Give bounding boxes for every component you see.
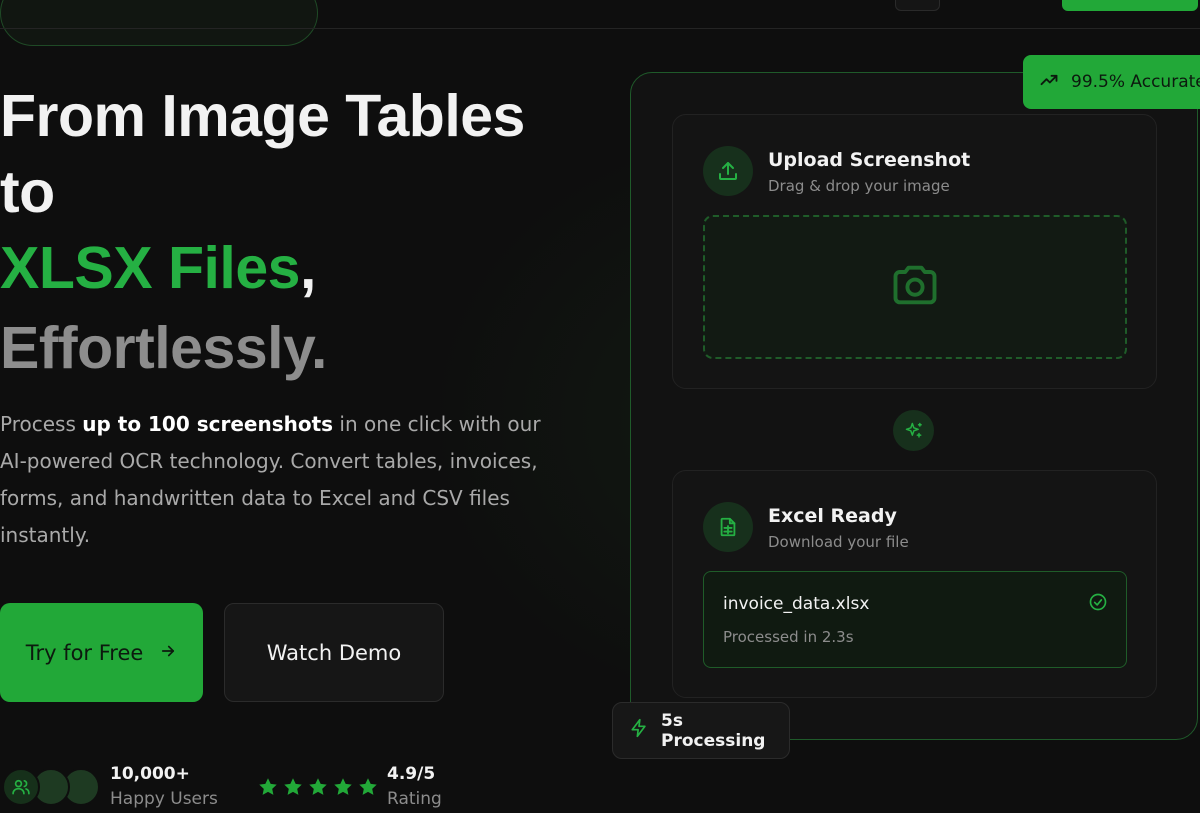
try-for-free-button[interactable]: Try for Free xyxy=(0,603,203,702)
rating-stars xyxy=(257,776,379,798)
users-label: Happy Users xyxy=(110,789,218,809)
sparkles-icon xyxy=(893,410,934,451)
arrow-right-icon xyxy=(159,641,177,665)
image-dropzone[interactable] xyxy=(703,215,1127,359)
hero-desc-highlight: up to 100 screenshots xyxy=(82,412,334,436)
star-icon xyxy=(284,778,302,795)
file-processed-time: Processed in 2.3s xyxy=(723,628,854,646)
watch-demo-button[interactable]: Watch Demo xyxy=(224,603,444,702)
excel-ready-panel: Excel Ready Download your file invoice_d… xyxy=(672,470,1157,698)
star-icon xyxy=(309,778,327,795)
try-for-free-label: Try for Free xyxy=(25,640,144,665)
hero-desc-pre: Process xyxy=(0,412,83,436)
excel-ready-title: Excel Ready xyxy=(768,505,897,527)
trending-up-icon xyxy=(1039,70,1059,95)
processing-time-label: 5s Processing xyxy=(661,710,766,751)
navbar-cta-button[interactable] xyxy=(1062,0,1198,11)
rating-value: 4.9/5 xyxy=(387,764,436,784)
hero-title: From Image Tables to XLSX Files, Effortl… xyxy=(0,78,600,386)
accuracy-badge-label: 99.5% Accurate xyxy=(1071,72,1200,92)
file-name: invoice_data.xlsx xyxy=(723,594,870,614)
file-spreadsheet-icon xyxy=(703,502,753,552)
output-file-item[interactable]: invoice_data.xlsx Processed in 2.3s xyxy=(703,571,1127,668)
users-icon xyxy=(2,768,40,806)
announcement-pill[interactable] xyxy=(0,0,318,46)
processing-time-badge: 5s Processing xyxy=(612,702,790,759)
upload-title: Upload Screenshot xyxy=(768,149,971,171)
avatar-stack xyxy=(2,768,102,808)
navbar-icon-button[interactable] xyxy=(895,0,940,11)
hero-description: Process up to 100 screenshots in one cli… xyxy=(0,406,560,554)
upload-panel: Upload Screenshot Drag & drop your image xyxy=(672,114,1157,389)
navbar-divider xyxy=(0,28,1200,29)
star-icon xyxy=(259,778,277,795)
hero-title-highlight: XLSX Files xyxy=(0,235,300,301)
camera-icon xyxy=(886,259,944,315)
zap-icon xyxy=(629,718,649,743)
excel-ready-subtitle: Download your file xyxy=(768,533,909,551)
upload-subtitle: Drag & drop your image xyxy=(768,177,950,195)
rating-label: Rating xyxy=(387,789,442,809)
accuracy-badge: 99.5% Accurate xyxy=(1023,55,1200,109)
hero-title-comma: , xyxy=(299,235,316,301)
star-icon xyxy=(359,778,377,795)
check-circle-icon xyxy=(1088,592,1108,616)
users-count: 10,000+ xyxy=(110,764,190,784)
upload-icon xyxy=(703,146,753,196)
hero-title-subline: Effortlessly. xyxy=(0,315,327,381)
hero-title-line2: to xyxy=(0,159,55,225)
star-icon xyxy=(334,778,352,795)
watch-demo-label: Watch Demo xyxy=(266,640,402,665)
hero-title-line1: From Image Tables xyxy=(0,83,525,149)
